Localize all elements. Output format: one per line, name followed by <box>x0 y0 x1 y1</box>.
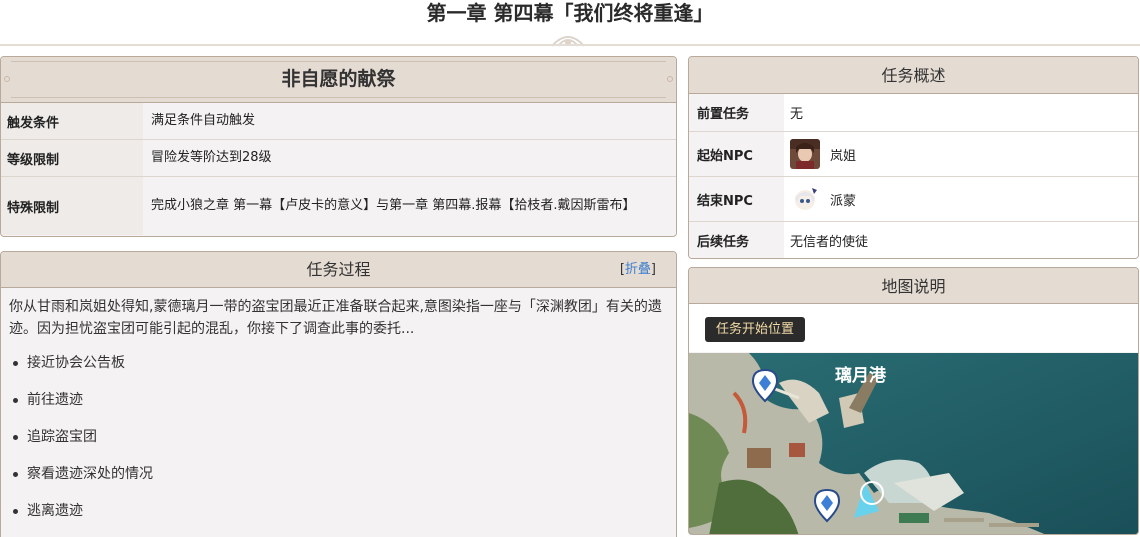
npc-name[interactable]: 岚姐 <box>830 145 856 164</box>
row-value: 完成小狼之章 第一幕【卢皮卡的意义】与第一章 第四幕.报幕【拾枝者.戴因斯雷布】 <box>143 177 676 235</box>
ornament-line-bottom <box>11 97 666 98</box>
npc-paimon-avatar-icon[interactable] <box>790 184 820 214</box>
list-item: 前往遗迹 <box>13 389 676 426</box>
row-key: 特殊限制 <box>1 177 143 235</box>
collapse-toggle[interactable]: [折叠] <box>620 252 656 288</box>
process-heading-bar: 任务过程 [折叠] <box>1 252 676 288</box>
task-row-level: 等级限制 冒险发等阶达到28级 <box>1 140 676 177</box>
bullet-icon <box>13 435 18 440</box>
map-info-box: 地图说明 任务开始位置 璃月港 <box>688 267 1139 535</box>
row-value: 无 <box>784 94 1138 131</box>
map-heading-bar: 地图说明 <box>689 268 1138 304</box>
corner-ornament-icon <box>667 76 673 82</box>
ornament-line-top <box>11 61 666 62</box>
bullet-icon <box>13 361 18 366</box>
task-heading-bar: 非自愿的献祭 <box>1 57 676 103</box>
row-key: 起始NPC <box>689 132 784 176</box>
process-intro: 你从甘雨和岚姐处得知,蒙德璃月一带的盗宝团最近正准备联合起来,意图染指一座与「深… <box>9 299 662 337</box>
list-item: 察看遗迹深处的情况 <box>13 463 676 500</box>
task-info-box: 非自愿的献祭 触发条件 满足条件自动触发 等级限制 冒险发等阶达到28级 特殊限… <box>0 56 677 237</box>
process-title: 任务过程 <box>306 260 371 279</box>
page-title: 第一章 第四幕「我们终将重逢」 <box>426 1 714 25</box>
row-value[interactable]: 无信者的使徒 <box>784 222 1138 258</box>
overview-row-end-npc: 结束NPC 派蒙 <box>689 177 1138 222</box>
bullet-icon <box>13 472 18 477</box>
row-key: 结束NPC <box>689 177 784 221</box>
collapse-link[interactable]: 折叠 <box>625 262 651 277</box>
row-value: 满足条件自动触发 <box>143 103 676 139</box>
corner-ornament-icon <box>4 76 10 82</box>
map-title: 地图说明 <box>881 277 946 296</box>
title-divider <box>0 44 1140 46</box>
list-item: 逃离遗迹 <box>13 500 676 537</box>
task-row-trigger: 触发条件 满足条件自动触发 <box>1 103 676 140</box>
row-value: 冒险发等阶达到28级 <box>143 140 676 176</box>
task-process-box: 任务过程 [折叠] 你从甘雨和岚姐处得知,蒙德璃月一带的盗宝团最近正准备联合起来… <box>0 251 677 537</box>
list-item: 追踪盗宝团 <box>13 426 676 463</box>
row-key: 触发条件 <box>1 103 143 139</box>
npc-lanjie-avatar-icon[interactable] <box>790 139 820 169</box>
bullet-icon <box>13 509 18 514</box>
overview-row-next: 后续任务 无信者的使徒 <box>689 222 1138 258</box>
row-key: 后续任务 <box>689 222 784 258</box>
task-row-special: 特殊限制 完成小狼之章 第一幕【卢皮卡的意义】与第一章 第四幕.报幕【拾枝者.戴… <box>1 177 676 235</box>
task-start-location-button[interactable]: 任务开始位置 <box>705 317 806 342</box>
row-key: 等级限制 <box>1 140 143 176</box>
map-terrain-icon <box>689 353 1138 534</box>
task-title: 非自愿的献祭 <box>281 68 396 90</box>
list-item: 接近协会公告板 <box>13 352 676 389</box>
bullet-icon <box>13 398 18 403</box>
npc-name[interactable]: 派蒙 <box>830 190 856 209</box>
map-image: 璃月港 <box>689 353 1138 534</box>
overview-heading-bar: 任务概述 <box>689 57 1138 94</box>
map-location-label: 璃月港 <box>835 366 886 386</box>
step-list: 接近协会公告板 前往遗迹 追踪盗宝团 察看遗迹深处的情况 逃离遗迹 <box>1 340 676 537</box>
row-key: 前置任务 <box>689 94 784 131</box>
overview-row-start-npc: 起始NPC 岚姐 <box>689 132 1138 177</box>
overview-row-prereq: 前置任务 无 <box>689 94 1138 132</box>
overview-title: 任务概述 <box>881 66 946 85</box>
task-overview-box: 任务概述 前置任务 无 起始NPC 岚姐 结束NPC 派蒙 后续任务 无信者的使… <box>688 56 1139 259</box>
